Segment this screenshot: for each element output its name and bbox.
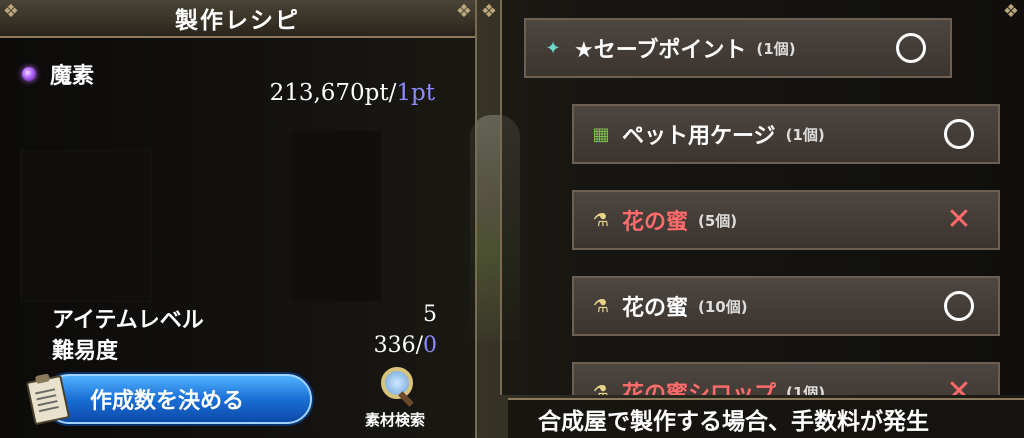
difficulty-value: 336/0 bbox=[374, 333, 437, 358]
recipe-qty: (1個) bbox=[786, 383, 826, 396]
ornament-icon: ❖ bbox=[2, 0, 20, 22]
cage-icon: ▦ bbox=[592, 123, 610, 145]
recipe-info-panel: 製作レシピ ❖ ❖ 魔素 213,670pt/1pt アイテムレベル 5 難易度… bbox=[0, 0, 477, 438]
recipe-qty: (10個) bbox=[698, 297, 748, 316]
ornament-icon: ❖ bbox=[455, 0, 473, 22]
available-mark-icon bbox=[942, 289, 976, 323]
available-mark-icon bbox=[894, 31, 928, 65]
item-level-label: アイテムレベル bbox=[52, 308, 204, 333]
ornament-icon: ❖ bbox=[480, 0, 498, 22]
recipe-name: ペット用ケージ bbox=[622, 124, 776, 149]
recipe-name: 花の蜜シロップ bbox=[622, 382, 777, 395]
recipe-list-panel[interactable]: ✦ ★セーブポイント (1個) ▦ ペット用ケージ (1個) ⚗ 花の蜜 (5個… bbox=[500, 0, 1024, 395]
fee-notice-text: 合成屋で製作する場合、手数料が発生 bbox=[538, 409, 929, 435]
magnifier-icon bbox=[375, 365, 415, 407]
panel-title-bar: 製作レシピ bbox=[0, 0, 475, 38]
material-name: 魔素 bbox=[50, 64, 95, 89]
difficulty-current: 336/ bbox=[373, 333, 423, 358]
recipe-item[interactable]: ▦ ペット用ケージ (1個) bbox=[572, 104, 1000, 164]
missing-mark-icon: ✕ bbox=[946, 202, 972, 237]
material-row: 魔素 bbox=[22, 58, 94, 90]
flask-icon: ⚗ bbox=[592, 381, 610, 396]
recipe-name: ★セーブポイント bbox=[574, 38, 747, 63]
flask-icon: ⚗ bbox=[592, 295, 610, 317]
recipe-qty: (1個) bbox=[756, 39, 796, 58]
fee-notice: 合成屋で製作する場合、手数料が発生 bbox=[508, 398, 1024, 438]
item-level-value: 5 bbox=[423, 302, 437, 327]
recipe-item[interactable]: ⚗ 花の蜜 (10個) bbox=[572, 276, 1000, 336]
flask-icon: ⚗ bbox=[592, 209, 610, 231]
missing-mark-icon: ✕ bbox=[946, 374, 972, 396]
material-have: 213,670pt/ bbox=[269, 80, 397, 106]
decide-quantity-button[interactable]: 作成数を決める bbox=[44, 374, 312, 424]
recipe-name: 花の蜜 bbox=[622, 210, 689, 235]
material-need: 1pt bbox=[396, 80, 435, 106]
recipe-qty: (1個) bbox=[785, 125, 825, 144]
material-search-label: 素材検索 bbox=[364, 411, 425, 429]
magic-orb-icon bbox=[22, 67, 36, 81]
decide-quantity-label: 作成数を決める bbox=[90, 389, 245, 414]
available-mark-icon bbox=[942, 117, 976, 151]
material-search-button[interactable]: 素材検索 bbox=[352, 365, 438, 435]
recipe-qty: (5個) bbox=[698, 211, 738, 230]
recipe-item[interactable]: ⚗ 花の蜜 (5個) ✕ bbox=[572, 190, 1000, 250]
recipe-item[interactable]: ⚗ 花の蜜シロップ (1個) ✕ bbox=[572, 362, 1000, 395]
recipe-item[interactable]: ✦ ★セーブポイント (1個) bbox=[524, 18, 952, 78]
ornament-icon: ❖ bbox=[1002, 0, 1020, 22]
difficulty-bonus: 0 bbox=[423, 333, 437, 358]
panel-title: 製作レシピ bbox=[175, 8, 300, 34]
wing-gem-icon: ✦ bbox=[545, 37, 561, 59]
recipe-name: 花の蜜 bbox=[622, 296, 689, 321]
material-points: 213,670pt/1pt bbox=[270, 80, 435, 106]
difficulty-label: 難易度 bbox=[52, 339, 119, 364]
